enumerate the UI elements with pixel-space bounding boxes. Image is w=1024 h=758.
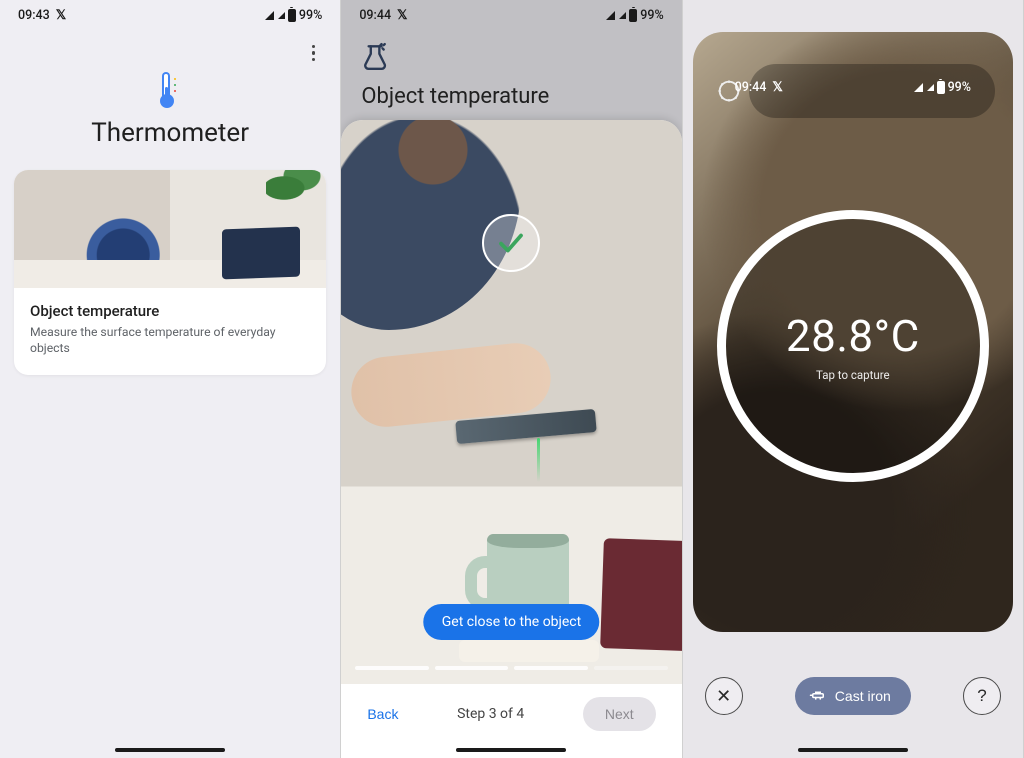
sheet-footer: Back Step 3 of 4 Next <box>341 684 681 758</box>
gesture-bar[interactable] <box>115 748 225 752</box>
close-icon: ✕ <box>716 687 731 705</box>
close-button[interactable]: ✕ <box>705 677 743 715</box>
tutorial-sheet: Get close to the object Back Step 3 of 4… <box>341 120 681 758</box>
notification-x-icon: 𝕏 <box>772 80 782 95</box>
temperature-value: 28.8°C <box>786 310 920 362</box>
back-button[interactable]: Back <box>367 706 398 722</box>
beaker-sparkle-icon <box>361 42 387 72</box>
object-temperature-card[interactable]: Object temperature Measure the surface t… <box>14 170 326 375</box>
gesture-bar[interactable] <box>456 748 566 752</box>
page-header: Thermometer <box>0 72 340 148</box>
screen-measure: 09:44 𝕏 99% 28.8°C Tap to capture ✕ <box>683 0 1024 758</box>
notification-x-icon: 𝕏 <box>56 8 66 23</box>
status-bar: 09:43 𝕏 99% <box>0 0 340 30</box>
gesture-bar[interactable] <box>798 748 908 752</box>
wifi-icon <box>606 11 615 20</box>
signal-icon <box>927 84 934 91</box>
checkmark-icon <box>482 214 540 272</box>
help-icon: ? <box>977 686 986 706</box>
pan-icon <box>809 687 827 705</box>
overflow-menu-button[interactable] <box>302 42 324 64</box>
status-time: 09:44 <box>735 80 767 95</box>
card-subtitle: Measure the surface temperature of every… <box>30 324 310 357</box>
material-label: Cast iron <box>835 688 891 704</box>
camera-viewfinder: 09:44 𝕏 99% 28.8°C Tap to capture <box>693 32 1013 632</box>
material-selector-chip[interactable]: Cast iron <box>795 677 911 715</box>
bottom-action-row: ✕ Cast iron ? <box>683 646 1023 758</box>
help-button[interactable]: ? <box>963 677 1001 715</box>
status-time: 09:43 <box>18 8 50 23</box>
wifi-icon <box>914 83 923 92</box>
next-button[interactable]: Next <box>583 697 656 731</box>
status-battery: 99% <box>299 8 322 23</box>
instruction-chip: Get close to the object <box>424 604 599 640</box>
header-icon-row <box>361 42 387 72</box>
status-bar: 09:44 𝕏 99% <box>717 72 989 102</box>
step-indicator: Step 3 of 4 <box>457 706 524 722</box>
status-bar: 09:44 𝕏 99% <box>341 0 681 30</box>
tutorial-illustration: Get close to the object <box>341 120 681 684</box>
card-illustration <box>14 170 326 288</box>
status-battery: 99% <box>948 80 971 95</box>
capture-button[interactable]: 28.8°C Tap to capture <box>717 210 989 482</box>
notification-x-icon: 𝕏 <box>397 8 407 23</box>
wifi-icon <box>265 11 274 20</box>
step-progress-bar <box>355 666 667 670</box>
screen-thermometer-home: 09:43 𝕏 99% Thermometer Object temperatu… <box>0 0 341 758</box>
page-title: Thermometer <box>0 118 340 148</box>
capture-hint: Tap to capture <box>816 368 890 382</box>
battery-icon <box>288 9 296 22</box>
card-title: Object temperature <box>30 302 310 320</box>
status-battery: 99% <box>640 8 663 23</box>
signal-icon <box>619 12 626 19</box>
screen-tutorial-step: 09:44 𝕏 99% Object temperature <box>341 0 682 758</box>
signal-icon <box>278 12 285 19</box>
status-time: 09:44 <box>359 8 391 23</box>
thermometer-icon <box>160 72 180 108</box>
sheet-heading-behind: Object temperature <box>361 84 549 109</box>
battery-icon <box>937 81 945 94</box>
battery-icon <box>629 9 637 22</box>
